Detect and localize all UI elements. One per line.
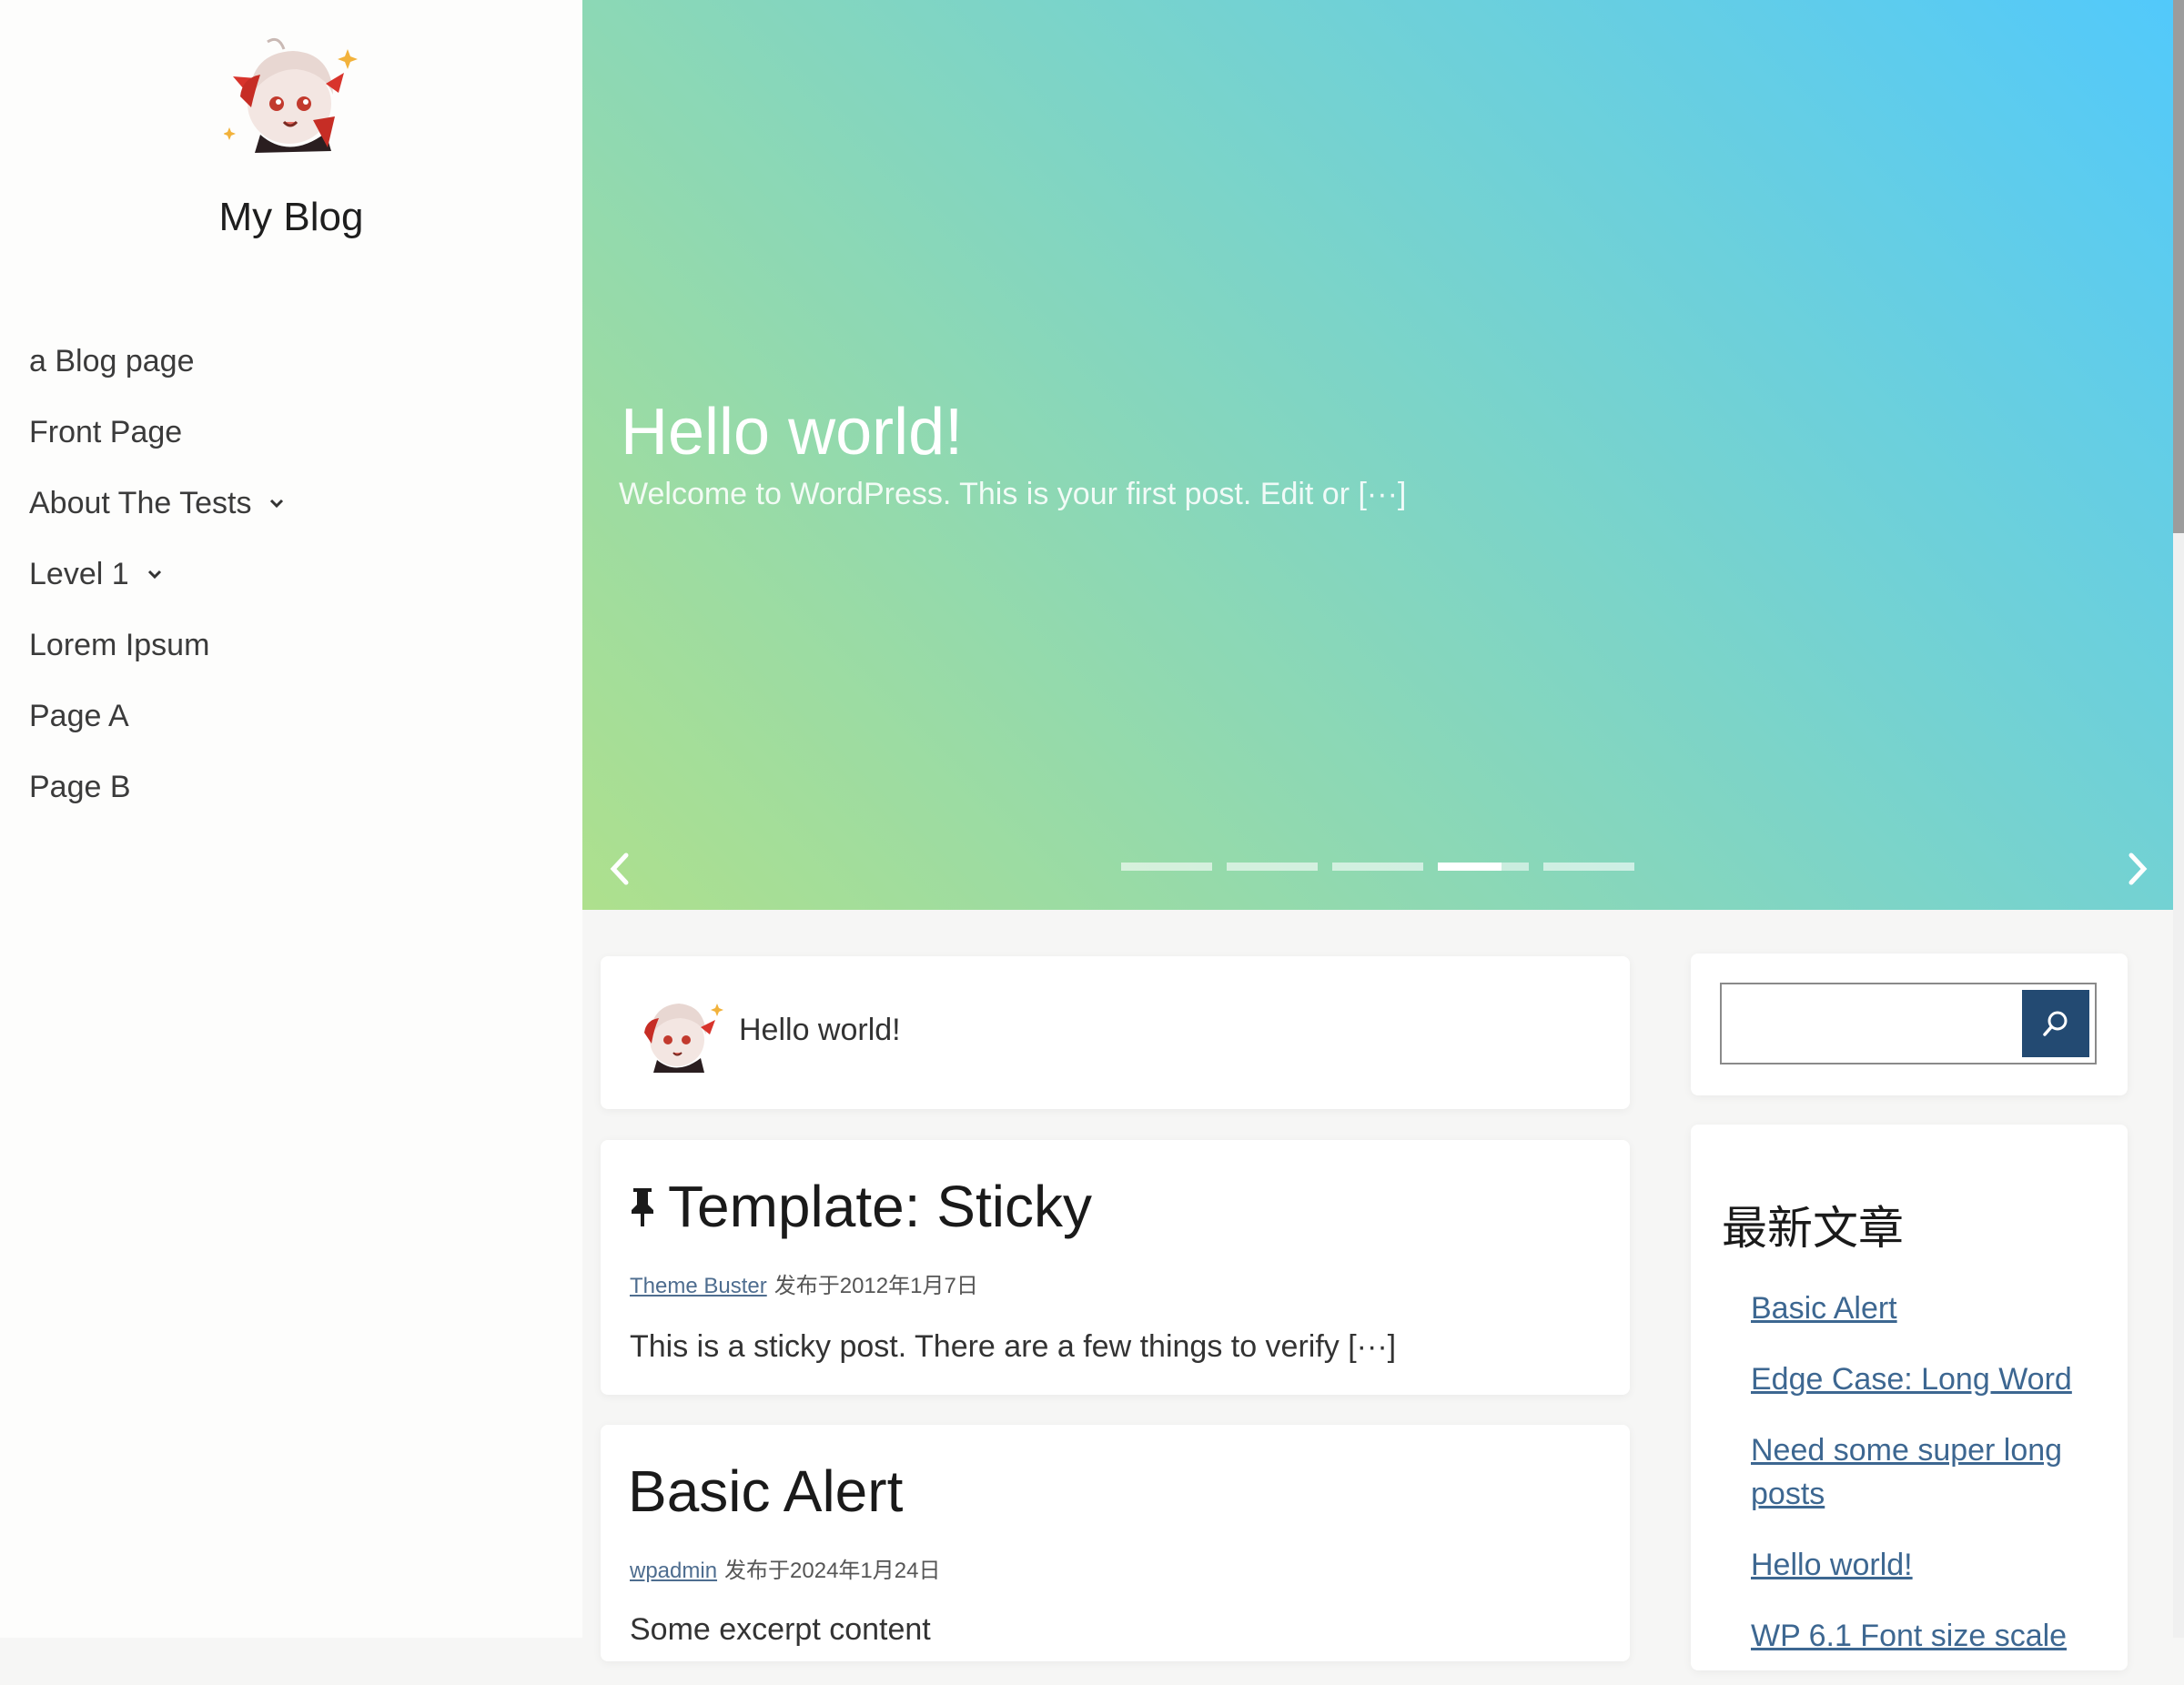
nav-item-page-a[interactable]: Page A xyxy=(29,681,289,752)
post-date: 发布于2012年1月7日 xyxy=(774,1274,978,1298)
nav-item-label: a Blog page xyxy=(29,343,195,378)
post-card: Basic Alert wpadmin 发布于2024年1月24日 Some ex… xyxy=(601,1425,1630,1661)
post-excerpt: Some excerpt content xyxy=(630,1612,931,1647)
chevron-down-icon[interactable] xyxy=(142,561,167,587)
nav-item-front-page[interactable]: Front Page xyxy=(29,397,289,468)
author-card: Hello world! xyxy=(601,956,1630,1109)
nav-item-level-1[interactable]: Level 1 xyxy=(29,539,289,610)
recent-post-link[interactable]: Need some super long posts xyxy=(1751,1428,2078,1516)
recent-post-link[interactable]: Basic Alert xyxy=(1751,1286,2078,1330)
search-widget xyxy=(1691,953,2128,1095)
recent-post-link[interactable]: Hello world! xyxy=(1751,1543,2078,1587)
slider-dot[interactable] xyxy=(1543,863,1634,871)
nav-item-lorem-ipsum[interactable]: Lorem Ipsum xyxy=(29,610,289,681)
post-author-link[interactable]: wpadmin xyxy=(630,1559,717,1583)
nav-item-label: Front Page xyxy=(29,414,183,449)
nav-item-label: Lorem Ipsum xyxy=(29,627,210,662)
post-date: 发布于2024年1月24日 xyxy=(724,1559,941,1583)
nav-item-about-the-tests[interactable]: About The Tests xyxy=(29,468,289,539)
recent-posts-widget: 最新文章 Basic Alert Edge Case: Long Word Ne… xyxy=(1691,1125,2128,1670)
recent-post-link[interactable]: Edge Case: Long Word xyxy=(1751,1357,2078,1401)
post-title-text[interactable]: Template: Sticky xyxy=(668,1173,1092,1240)
hero-title[interactable]: Hello world! xyxy=(621,395,963,469)
recent-posts-list: Basic Alert Edge Case: Long Word Need so… xyxy=(1751,1286,2078,1685)
nav-item-blog-page[interactable]: a Blog page xyxy=(29,326,289,397)
post-title[interactable]: Template: Sticky xyxy=(628,1173,1092,1240)
site-title[interactable]: My Blog xyxy=(0,195,582,240)
nav-item-label: Page B xyxy=(29,769,131,804)
post-excerpt: This is a sticky post. There are a few t… xyxy=(630,1329,1397,1364)
author-card-text: Hello world! xyxy=(739,1013,901,1047)
slider-dot[interactable] xyxy=(1121,863,1212,871)
chevron-down-icon[interactable] xyxy=(264,490,289,516)
nav-item-label: Level 1 xyxy=(29,556,129,591)
search-button[interactable] xyxy=(2022,990,2089,1057)
post-card: Template: Sticky Theme Buster 发布于2012年1月7… xyxy=(601,1140,1630,1395)
post-author-link[interactable]: Theme Buster xyxy=(630,1274,767,1298)
hero-excerpt: Welcome to WordPress. This is your first… xyxy=(619,477,1407,511)
search-box xyxy=(1720,983,2097,1064)
search-icon xyxy=(2043,1011,2068,1036)
page-scrollbar[interactable] xyxy=(2173,0,2184,1638)
scrollbar-thumb[interactable] xyxy=(2173,0,2184,533)
slider-dot[interactable] xyxy=(1227,863,1318,871)
primary-nav: a Blog page Front Page About The Tests L… xyxy=(29,326,289,822)
author-avatar[interactable] xyxy=(633,993,724,1076)
recent-posts-title: 最新文章 xyxy=(1722,1202,1904,1255)
chevron-right-icon[interactable] xyxy=(2117,846,2157,892)
nav-item-page-b[interactable]: Page B xyxy=(29,752,289,822)
post-title-text[interactable]: Basic Alert xyxy=(628,1458,903,1525)
slider-pagination xyxy=(1121,863,1634,871)
slider-dot-active[interactable] xyxy=(1438,863,1529,871)
slider-dot[interactable] xyxy=(1332,863,1423,871)
search-input[interactable] xyxy=(1725,988,2018,1061)
post-meta: Theme Buster 发布于2012年1月7日 xyxy=(630,1267,978,1299)
pin-icon xyxy=(632,1188,653,1226)
post-title[interactable]: Basic Alert xyxy=(628,1458,903,1525)
site-logo-avatar[interactable] xyxy=(224,33,360,160)
nav-item-label: About The Tests xyxy=(29,485,252,520)
nav-item-label: Page A xyxy=(29,698,129,733)
hero-slider[interactable]: Hello world! Welcome to WordPress. This … xyxy=(582,0,2173,910)
post-meta: wpadmin 发布于2024年1月24日 xyxy=(630,1552,940,1584)
site-sidebar: My Blog a Blog page Front Page About The… xyxy=(0,0,582,1638)
recent-post-link[interactable]: WP 6.1 Font size scale xyxy=(1751,1614,2078,1658)
chevron-left-icon[interactable] xyxy=(601,846,641,892)
